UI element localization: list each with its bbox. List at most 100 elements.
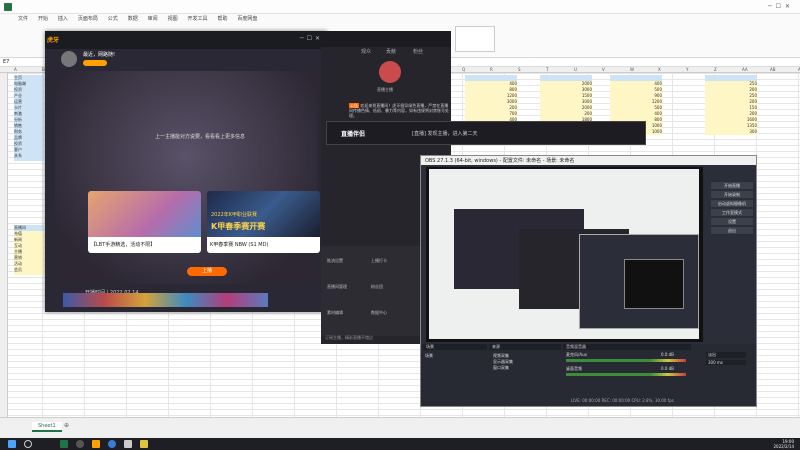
duration-input[interactable]: 300 ms [706, 360, 746, 365]
mixer-header: 音频混音器 [563, 344, 691, 350]
streamer-avatar[interactable] [61, 51, 77, 67]
ribbon-tab[interactable]: 帮助 [217, 15, 227, 22]
scenes-header: 场景 [423, 344, 487, 350]
column-header[interactable]: Y [686, 67, 688, 72]
huya-taskbar-icon[interactable] [92, 440, 100, 448]
window-controls[interactable]: ─☐✕ [768, 3, 796, 11]
live-stream-window: 虎牙 ─☐✕ 最近，网路随! 上一主播能对方说要，看看看上更多信息 【LBT手游… [45, 31, 327, 312]
obs-window: OBS 27.1.3 (64-bit, windows) - 配置文件: 未命名… [420, 155, 757, 407]
column-header[interactable]: A [14, 67, 17, 72]
stream-video[interactable]: 上一主播能对方说要，看看看上更多信息 【LBT手游精选，活动不限】 2022年K… [55, 71, 320, 284]
tool-item[interactable]: 数据中心 [371, 310, 387, 316]
side-tab[interactable]: 贡献 [386, 48, 396, 55]
ribbon-group-cells[interactable] [500, 26, 630, 52]
column-header[interactable]: W [630, 67, 634, 72]
ribbon-tab[interactable]: 文件 [18, 15, 28, 22]
obs-title-text: OBS 27.1.3 (64-bit, windows) - 配置文件: 未命名… [425, 158, 575, 164]
scene-item[interactable]: 场景 [425, 353, 433, 359]
source-item[interactable]: 窗口采集 [493, 365, 509, 371]
column-header[interactable]: Z [714, 67, 717, 72]
virtual-camera-button[interactable]: 启动虚拟摄像机 [711, 200, 753, 207]
card-overlay-text: 2022年K甲职业联赛 [211, 212, 258, 218]
column-header[interactable]: AB [770, 67, 775, 72]
transition-select[interactable]: 淡出 [706, 352, 746, 358]
streamer-name: 最近，网路随! [83, 52, 116, 58]
obs-preview[interactable] [426, 167, 703, 342]
card-thumbnail: 2022年K甲职业联赛 K甲春季赛开赛 [207, 191, 320, 237]
tool-item[interactable]: 推流设置 [327, 258, 343, 264]
column-header[interactable]: S [518, 67, 521, 72]
tool-item[interactable]: 直播间管理 [327, 284, 347, 290]
host-label: 直播主播 [377, 87, 393, 92]
obs-status: LIVE: 00:00:00 REC: 00:00:00 CPU: 2.8%, … [571, 398, 674, 403]
mixer-item: 麦克风/Aux [566, 352, 587, 357]
list-item: 关系 [14, 153, 22, 158]
add-sheet-icon[interactable]: ⊕ [64, 422, 69, 429]
column-header[interactable]: AA [742, 67, 748, 72]
mixer-db: 0.0 dB [661, 352, 674, 357]
table-cell: 300 [705, 129, 757, 135]
app-taskbar-icon[interactable] [124, 440, 132, 448]
tool-item[interactable]: 上播打卡 [371, 258, 387, 264]
host-avatar[interactable] [379, 61, 401, 83]
live-companion-window: 直播伴侣 [直播] 发现主播，进入第二天 [326, 121, 646, 145]
tool-item[interactable]: 素材编辑 [327, 310, 343, 316]
mixer-item: 桌面音频 [566, 366, 582, 371]
data-column-4: 250 200 250 200 150 200 1600 1350 300 [705, 75, 757, 135]
side-tab[interactable]: 粉丝 [413, 48, 423, 55]
ribbon-tab[interactable]: 视图 [168, 15, 178, 22]
notice-body: 欢迎来到直播间！虎牙倡导绿色直播，严禁在直播间传播色情、低俗、暴力等内容，如有违… [349, 103, 449, 118]
ribbon-tab[interactable]: 页面布局 [78, 15, 98, 22]
vu-meter [566, 359, 686, 362]
app-taskbar-icon[interactable] [140, 440, 148, 448]
studio-mode-button[interactable]: 工作室模式 [711, 209, 753, 216]
column-header[interactable]: T [546, 67, 548, 72]
clock-date: 2022/2/14 [773, 444, 794, 449]
settings-button[interactable]: 设置 [711, 218, 753, 225]
open-live-button[interactable]: 上播 [187, 267, 227, 276]
vu-meter [566, 373, 686, 376]
browser-taskbar-icon[interactable] [108, 440, 116, 448]
ribbon-tab[interactable]: 插入 [58, 15, 68, 22]
tool-item[interactable]: 粉丝团 [371, 284, 383, 290]
search-icon[interactable] [24, 440, 32, 448]
ribbon-tab[interactable]: 审阅 [148, 15, 158, 22]
list-item: 会员 [14, 267, 22, 272]
follow-badge[interactable] [83, 60, 107, 66]
windows-taskbar: 19:00 2022/2/14 [0, 438, 800, 450]
row-headers [0, 73, 8, 417]
excel-titlebar: ─☐✕ [0, 0, 800, 14]
windows-start-icon[interactable] [8, 440, 16, 448]
ribbon-tab[interactable]: 数据 [128, 15, 138, 22]
ribbon-group-styles[interactable] [455, 26, 495, 52]
start-streaming-button[interactable]: 开始直播 [711, 182, 753, 189]
companion-logo: 直播伴侣 [341, 131, 366, 138]
column-header[interactable]: U [574, 67, 577, 72]
recommend-card[interactable]: 【LBT手游精选，活动不限】 [88, 191, 201, 253]
ribbon-tab[interactable]: 公式 [108, 15, 118, 22]
ribbon-tabs[interactable]: 文件 开始 插入 页面布局 公式 数据 审阅 视图 开发工具 帮助 百度网盘 [18, 15, 265, 22]
tray-clock[interactable]: 19:00 2022/2/14 [773, 439, 794, 449]
start-recording-button[interactable]: 开始录制 [711, 191, 753, 198]
ribbon-tab[interactable]: 百度网盘 [237, 15, 257, 22]
obs-taskbar-icon[interactable] [76, 440, 84, 448]
exit-button[interactable]: 退出 [711, 227, 753, 234]
excel-taskbar-icon[interactable] [60, 440, 68, 448]
side-tab[interactable]: 观众 [361, 48, 371, 55]
gift-bar[interactable] [63, 293, 268, 307]
card-overlay-title: K甲春季赛开赛 [211, 222, 266, 231]
column-header[interactable]: X [658, 67, 661, 72]
name-box[interactable]: E7 [3, 59, 9, 65]
recommend-card[interactable]: 2022年K甲职业联赛 K甲春季赛开赛 K甲春季赛 NBW (S1 MD) [207, 191, 320, 253]
column-header[interactable]: Q [462, 67, 465, 72]
ribbon-tab[interactable]: 开始 [38, 15, 48, 22]
column-header[interactable]: R [490, 67, 493, 72]
excel-logo-icon [4, 3, 12, 11]
channel-logo: 虎牙 [47, 37, 60, 44]
column-header[interactable]: V [602, 67, 605, 72]
ribbon-tab[interactable]: 开发工具 [188, 15, 208, 22]
mixer-db: 0.0 dB [661, 366, 674, 371]
sheet-tab[interactable]: Sheet1 [32, 422, 62, 432]
card-caption: K甲春季赛 NBW (S1 MD) [207, 237, 320, 253]
window-controls[interactable]: ─☐✕ [300, 35, 323, 42]
